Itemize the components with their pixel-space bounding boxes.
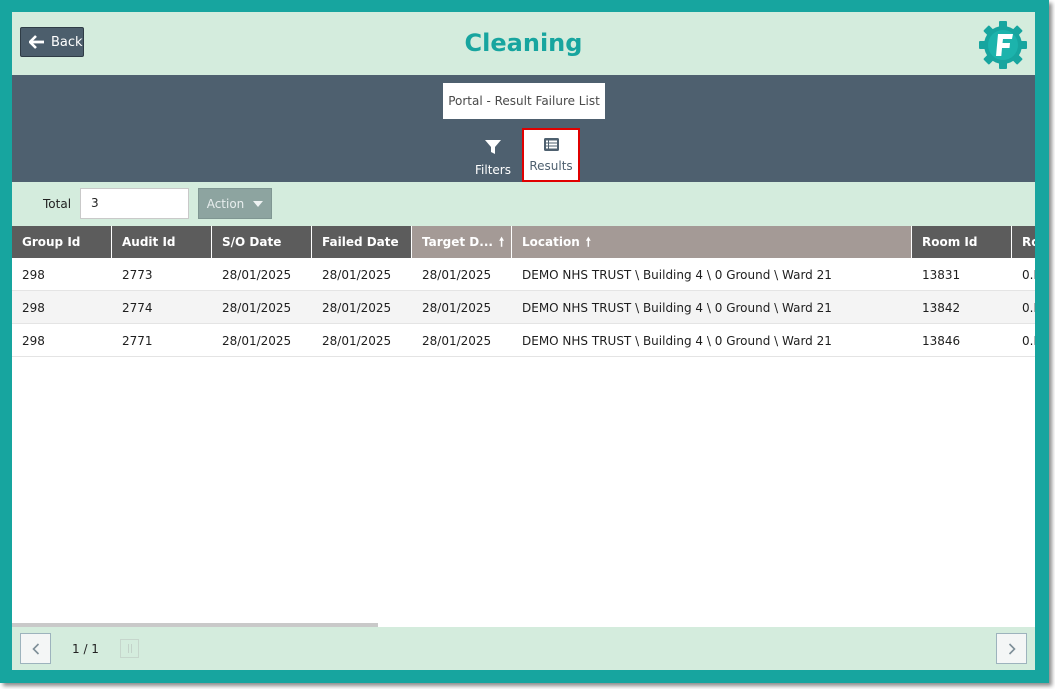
column-header-group-id[interactable]: Group Id	[12, 226, 112, 258]
next-page-button[interactable]	[996, 633, 1027, 664]
list-icon	[543, 138, 559, 151]
cell-so-date: 28/01/2025	[222, 334, 292, 348]
page-indicator: 1 / 1	[72, 642, 99, 656]
column-header-so-date[interactable]: S/O Date	[212, 226, 312, 258]
cell-room-id: 13846	[922, 334, 961, 348]
cell-target-date: 28/01/2025	[422, 268, 492, 282]
table-header: Group Id Audit Id S/O Date Failed Date T…	[12, 226, 1035, 258]
column-header-location[interactable]: Location 🠕	[512, 226, 912, 258]
page-slider-handle[interactable]	[120, 639, 139, 658]
cell-room: 0.F	[1022, 334, 1035, 348]
cell-audit-id: 2771	[122, 334, 153, 348]
total-count-field[interactable]: 3	[80, 188, 189, 219]
sort-up-arrow-icon: 🠕	[585, 235, 591, 249]
page-title: Cleaning	[464, 29, 583, 57]
cell-room: 0.F	[1022, 301, 1035, 315]
cell-failed-date: 28/01/2025	[322, 334, 392, 348]
cell-room: 0.F	[1022, 268, 1035, 282]
portal-title-box[interactable]: Portal - Result Failure List	[443, 83, 605, 119]
total-label: Total	[43, 197, 72, 211]
results-tab[interactable]: Results	[522, 128, 580, 182]
cell-group-id: 298	[22, 301, 45, 315]
column-header-target-date[interactable]: Target D... 🠕	[412, 226, 512, 258]
column-header-failed-date[interactable]: Failed Date	[312, 226, 412, 258]
chevron-left-icon	[31, 642, 39, 655]
grip-line	[131, 644, 132, 653]
cell-target-date: 28/01/2025	[422, 334, 492, 348]
action-dropdown-button[interactable]: Action	[198, 188, 272, 219]
column-header-location-label: Location	[522, 235, 580, 249]
cell-audit-id: 2774	[122, 301, 153, 315]
column-header-target-date-label: Target D...	[422, 235, 493, 249]
filters-tab-label: Filters	[475, 163, 511, 177]
table-row[interactable]: 298 2773 28/01/2025 28/01/2025 28/01/202…	[12, 258, 1035, 291]
cell-target-date: 28/01/2025	[422, 301, 492, 315]
previous-page-button[interactable]	[20, 633, 51, 664]
column-header-audit-id[interactable]: Audit Id	[112, 226, 212, 258]
column-header-room[interactable]: Ro	[1012, 226, 1035, 258]
cell-location: DEMO NHS TRUST \ Building 4 \ 0 Ground \…	[522, 334, 832, 348]
chevron-right-icon	[1008, 642, 1016, 655]
cell-failed-date: 28/01/2025	[322, 268, 392, 282]
app-window-frame: Back Cleaning Portal - Result Failure Li…	[0, 0, 1049, 683]
cell-location: DEMO NHS TRUST \ Building 4 \ 0 Ground \…	[522, 301, 832, 315]
action-button-label: Action	[206, 196, 245, 211]
results-tab-label: Results	[529, 159, 573, 173]
header-bar: Back Cleaning	[12, 12, 1035, 75]
cell-room-id: 13842	[922, 301, 961, 315]
column-header-room-id[interactable]: Room Id	[912, 226, 1012, 258]
filters-tab[interactable]: Filters	[464, 129, 522, 181]
cell-group-id: 298	[22, 268, 45, 282]
cell-location: DEMO NHS TRUST \ Building 4 \ 0 Ground \…	[522, 268, 832, 282]
cell-room-id: 13831	[922, 268, 961, 282]
results-toolbar: Total 3 Action	[12, 182, 1035, 226]
view-navbar: Portal - Result Failure List Filters Res…	[12, 75, 1035, 182]
app-logo-gear-icon	[979, 21, 1027, 69]
cell-so-date: 28/01/2025	[222, 268, 292, 282]
cell-group-id: 298	[22, 334, 45, 348]
table-row[interactable]: 298 2771 28/01/2025 28/01/2025 28/01/202…	[12, 324, 1035, 357]
cell-so-date: 28/01/2025	[222, 301, 292, 315]
grip-line	[128, 644, 129, 653]
cell-failed-date: 28/01/2025	[322, 301, 392, 315]
filter-funnel-icon	[485, 140, 501, 154]
caret-down-icon	[253, 200, 264, 207]
cell-audit-id: 2773	[122, 268, 153, 282]
app-content: Back Cleaning Portal - Result Failure Li…	[12, 12, 1035, 670]
sort-up-arrow-icon: 🠕	[498, 235, 505, 249]
table-row[interactable]: 298 2774 28/01/2025 28/01/2025 28/01/202…	[12, 291, 1035, 324]
pagination-bar: 1 / 1	[12, 627, 1035, 670]
